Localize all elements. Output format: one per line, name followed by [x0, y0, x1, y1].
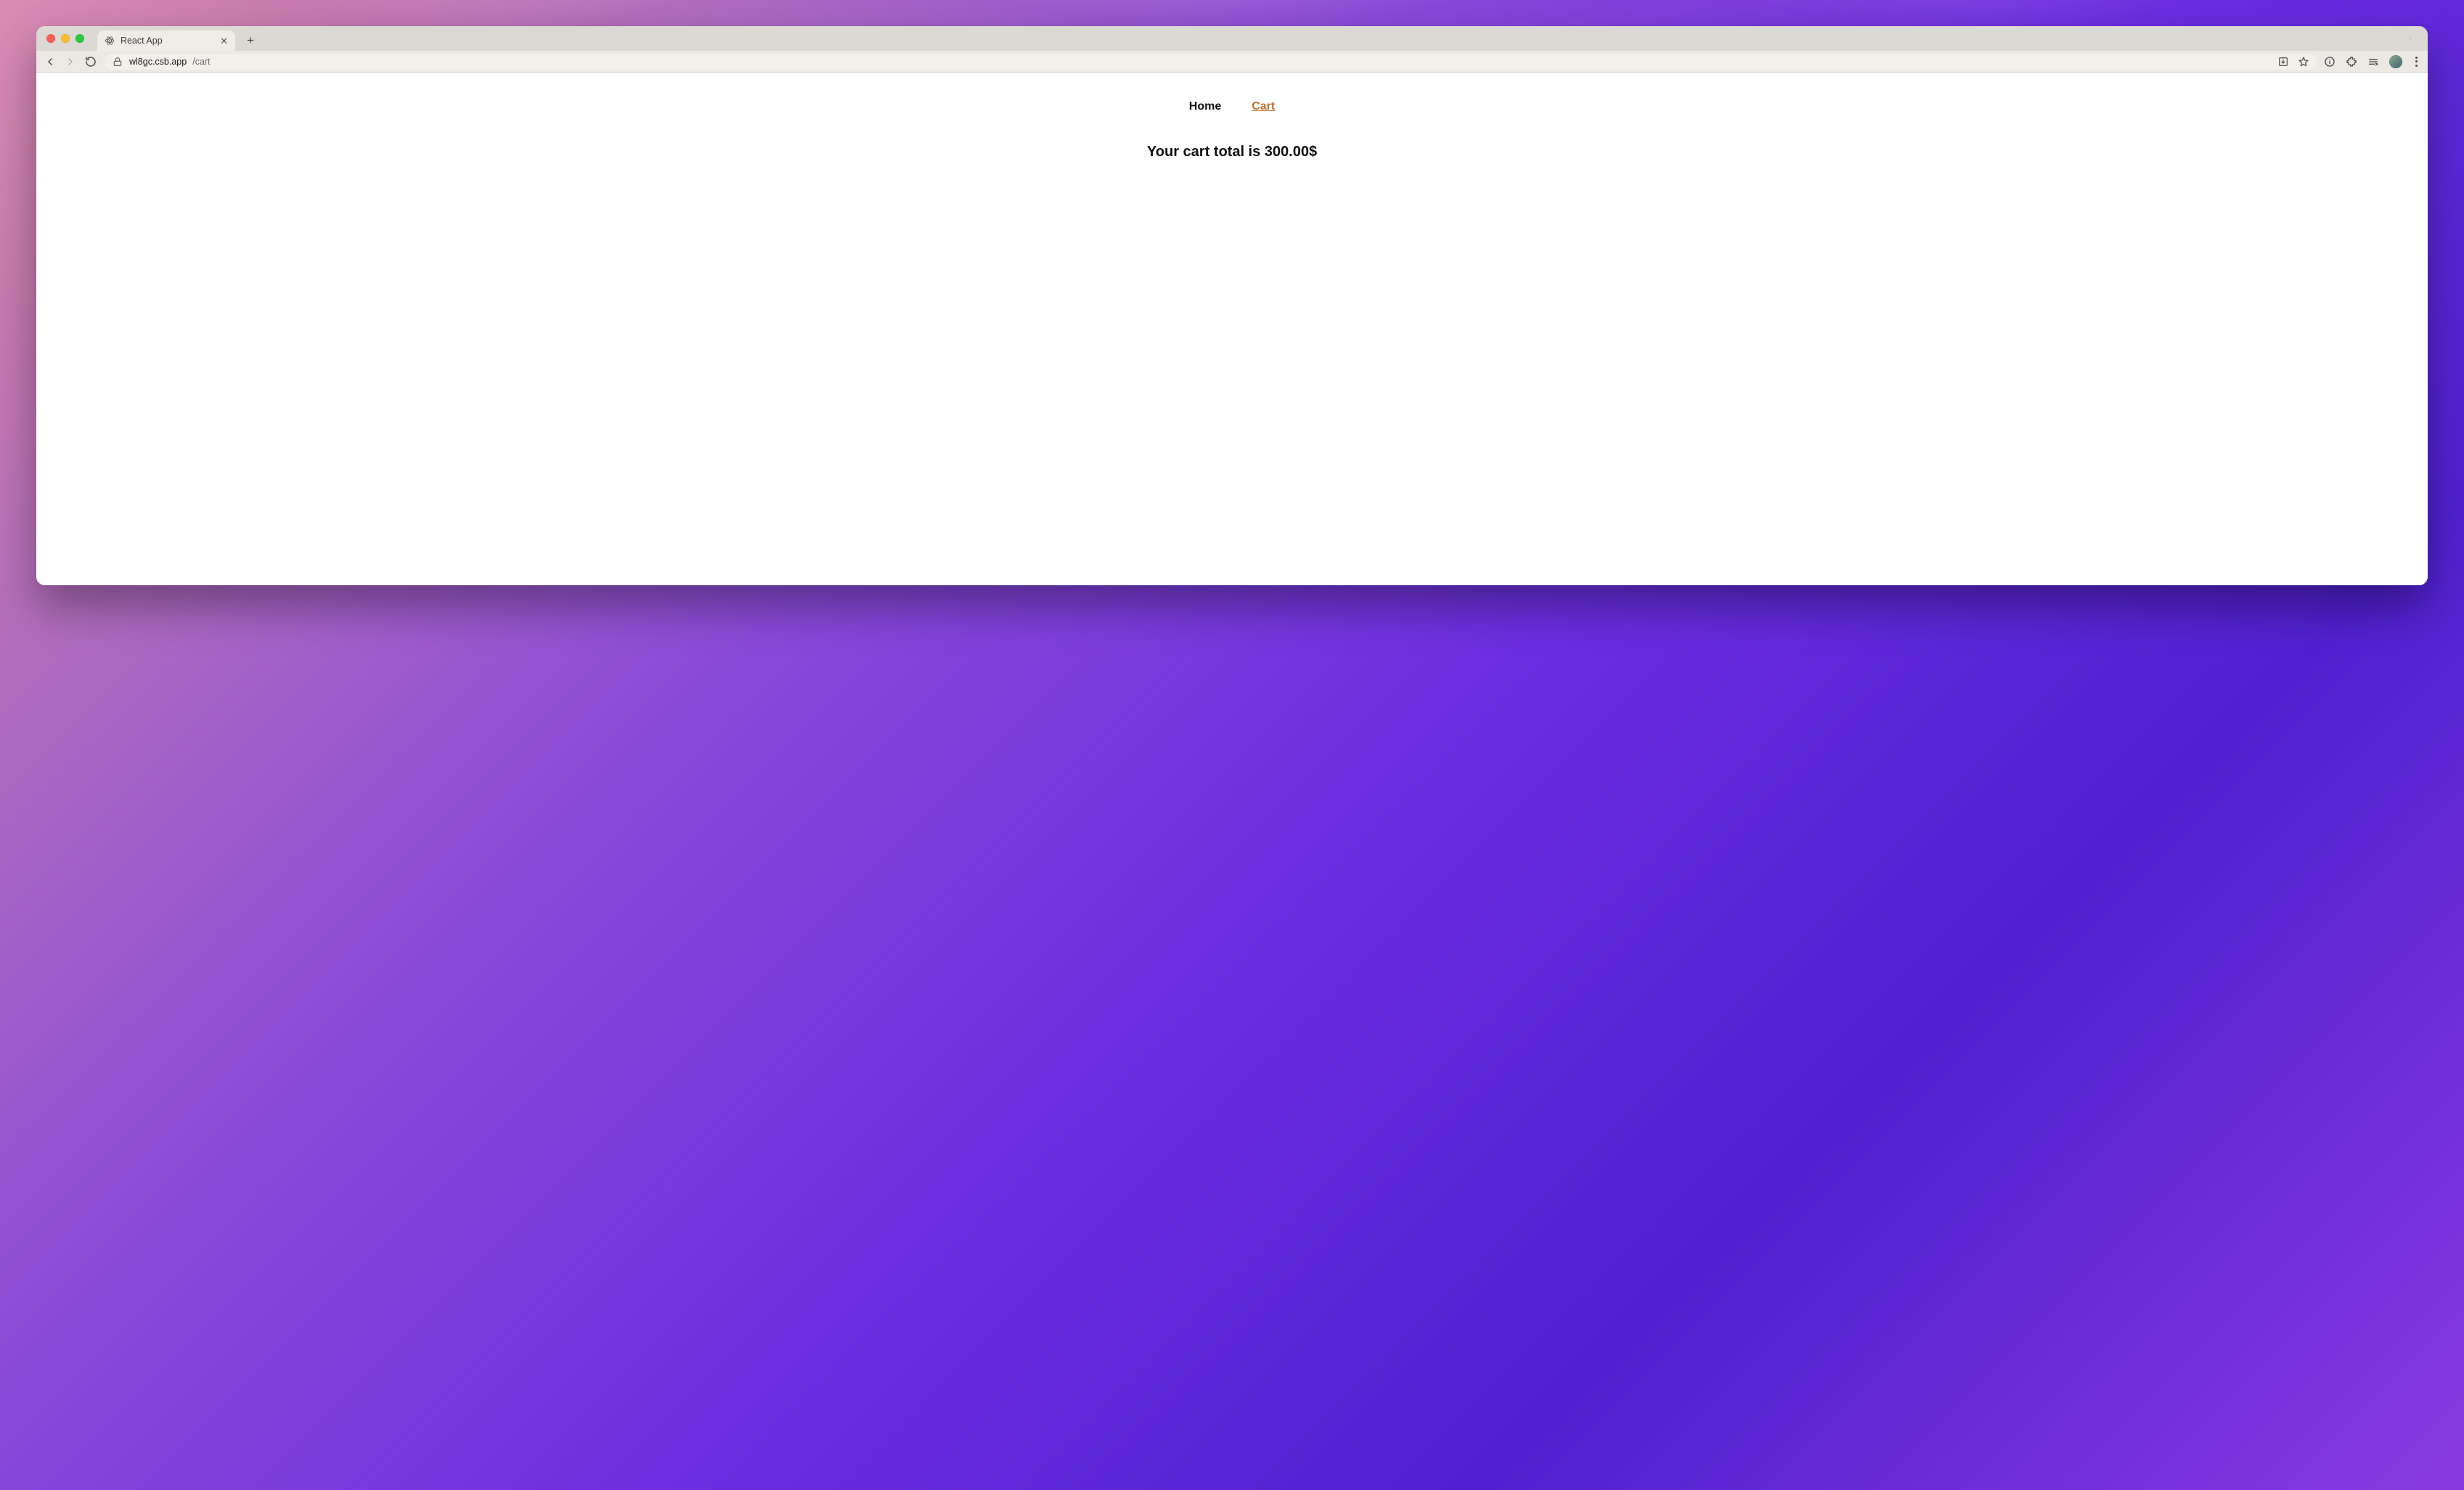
profile-avatar[interactable] [2389, 55, 2402, 68]
nav-link-home[interactable]: Home [1189, 100, 1221, 113]
browser-tab-active[interactable]: React App ✕ [97, 30, 235, 51]
back-button[interactable] [44, 55, 57, 68]
browser-toolbar: wl8gc.csb.app/cart [36, 51, 2428, 73]
new-tab-button[interactable]: + [242, 30, 258, 51]
extensions-icon[interactable] [2346, 56, 2357, 68]
chrome-menu-button[interactable] [2412, 55, 2420, 68]
reading-list-icon[interactable] [2367, 56, 2379, 68]
forward-button[interactable] [64, 55, 77, 68]
address-host: wl8gc.csb.app [129, 57, 187, 67]
tab-close-button[interactable]: ✕ [220, 36, 228, 46]
page-viewport: Home Cart Your cart total is 300.00$ [36, 73, 2428, 585]
window-close-button[interactable] [46, 34, 55, 43]
react-favicon-icon [105, 36, 115, 46]
browser-window: React App ✕ + wl8gc.csb.app/cart [36, 26, 2428, 585]
tab-title: React App [121, 36, 214, 46]
lock-icon [112, 56, 123, 68]
app-nav: Home Cart [36, 100, 2428, 113]
reload-button[interactable] [84, 55, 97, 68]
tab-list-button[interactable] [2404, 33, 2416, 44]
info-icon[interactable] [2324, 56, 2336, 68]
window-zoom-button[interactable] [76, 34, 84, 43]
nav-link-cart[interactable]: Cart [1252, 100, 1275, 113]
address-path: /cart [192, 57, 210, 67]
window-titlebar: React App ✕ + [36, 26, 2428, 51]
install-app-icon[interactable] [2277, 56, 2289, 68]
toolbar-right [2324, 55, 2420, 68]
cart-total-heading: Your cart total is 300.00$ [36, 144, 2428, 160]
tabstrip-overflow [2404, 33, 2420, 44]
window-minimize-button[interactable] [61, 34, 70, 43]
address-bar[interactable]: wl8gc.csb.app/cart [105, 54, 2317, 70]
page-content: Home Cart Your cart total is 300.00$ [36, 73, 2428, 160]
tab-strip: React App ✕ + [97, 26, 2399, 51]
traffic-lights [44, 34, 84, 43]
bookmark-star-icon[interactable] [2298, 56, 2309, 68]
